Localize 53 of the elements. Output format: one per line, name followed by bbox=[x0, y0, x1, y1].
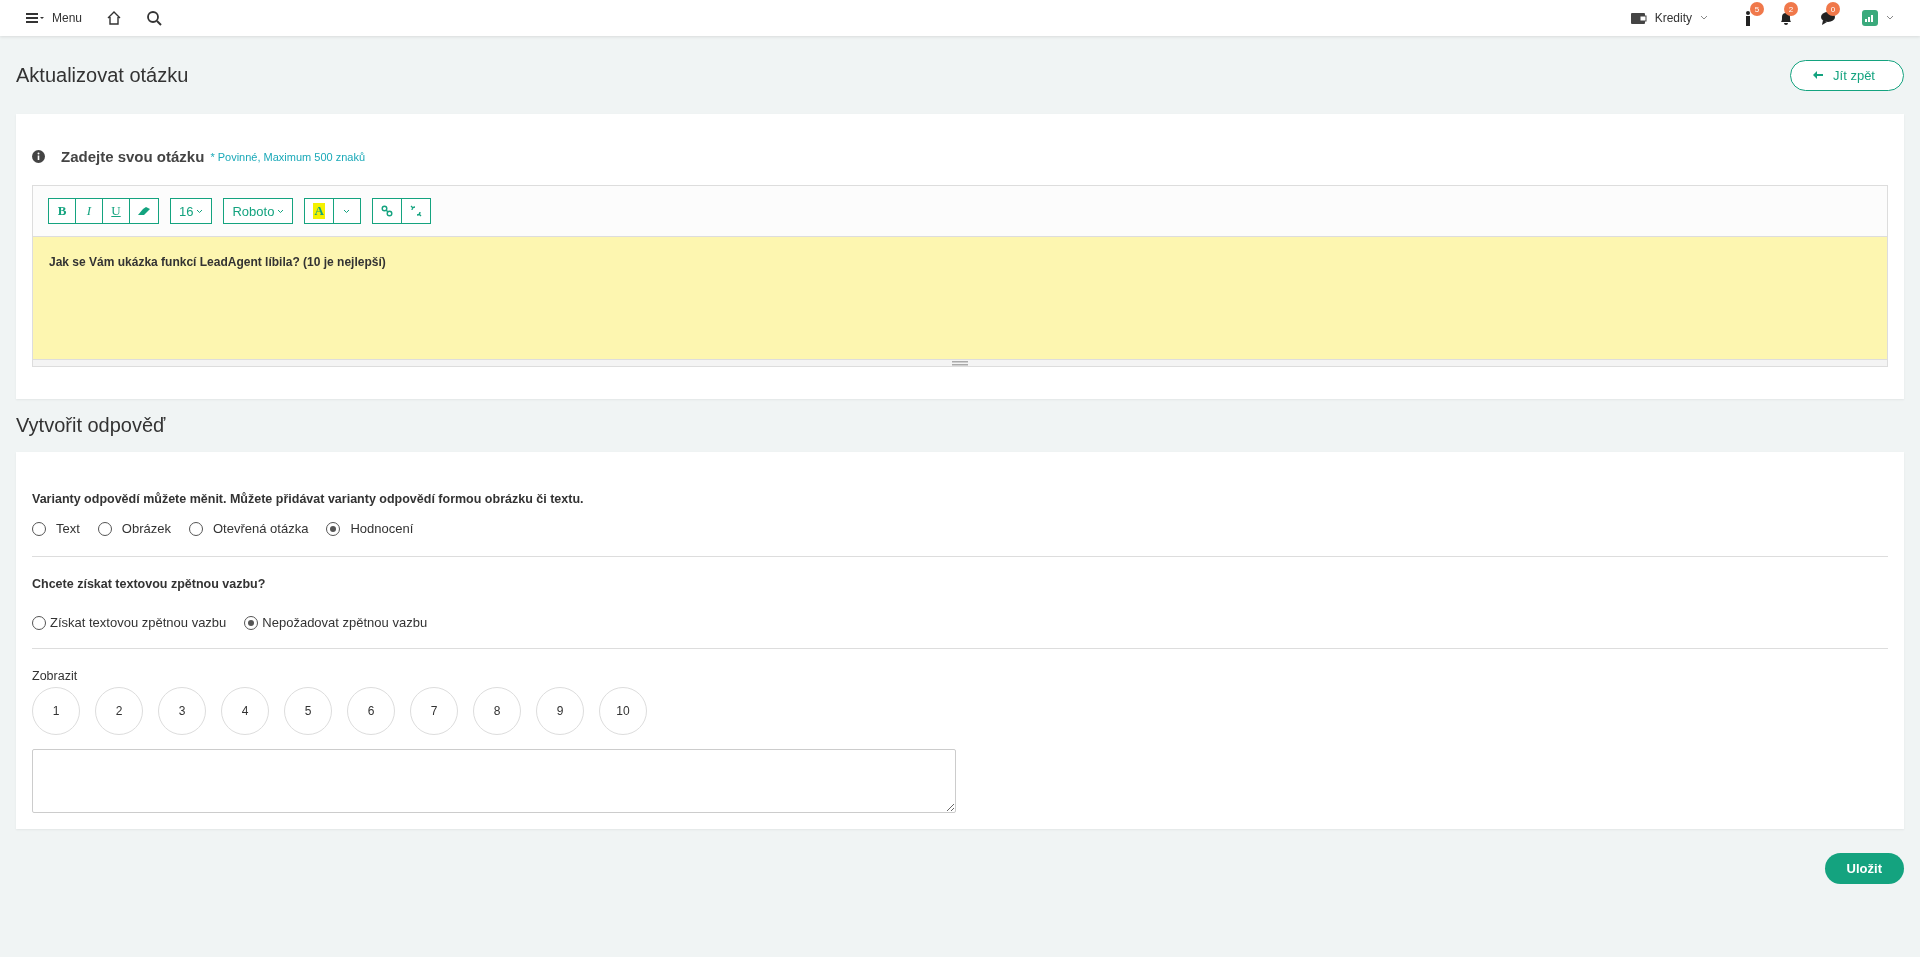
answer-type-radio[interactable]: Otevřená otázka bbox=[189, 521, 309, 536]
rating-option[interactable]: 2 bbox=[95, 687, 143, 735]
rating-option[interactable]: 8 bbox=[473, 687, 521, 735]
answer-type-radio[interactable]: Hodnocení bbox=[326, 521, 414, 536]
broken-link-icon bbox=[409, 205, 422, 217]
arrow-left-icon bbox=[1813, 71, 1824, 79]
resize-handle-icon[interactable] bbox=[952, 360, 968, 366]
eraser-icon bbox=[138, 207, 150, 215]
account-button[interactable] bbox=[1862, 10, 1894, 26]
question-label: Zadejte svou otázku bbox=[61, 148, 205, 165]
feedback-textarea[interactable] bbox=[32, 749, 956, 813]
editor-content[interactable]: Jak se Vám ukázka funkcí LeadAgent líbila? (10 je nejlepší) bbox=[33, 237, 1887, 359]
eraser-button[interactable] bbox=[129, 198, 159, 224]
person-icon[interactable] bbox=[1744, 10, 1752, 26]
credits-button[interactable]: Kredity bbox=[1630, 11, 1708, 25]
rating-option[interactable]: 3 bbox=[158, 687, 206, 735]
chevron-down-icon bbox=[277, 208, 285, 214]
feedback-radio[interactable]: Získat textovou zpětnou vazbu bbox=[32, 615, 227, 630]
chevron-down-icon bbox=[1886, 15, 1894, 21]
link-icon bbox=[380, 205, 393, 217]
rating-option[interactable]: 1 bbox=[32, 687, 80, 735]
wallet-icon bbox=[1630, 11, 1647, 25]
notification-badge: 5 bbox=[1750, 2, 1764, 16]
rating-option[interactable]: 6 bbox=[347, 687, 395, 735]
rating-option[interactable]: 9 bbox=[536, 687, 584, 735]
section-title: Vytvořit odpověď bbox=[16, 413, 167, 438]
feedback-question: Chcete získat textovou zpětnou vazbu? bbox=[32, 577, 267, 591]
page-title: Aktualizovat otázku bbox=[16, 63, 189, 87]
instructions-text: Varianty odpovědí můžete měnit. Můžete přidávat varianty odpovědí formou obrázku či textu. bbox=[32, 492, 585, 506]
rating-option[interactable]: 4 bbox=[221, 687, 269, 735]
link-button[interactable] bbox=[371, 198, 402, 224]
color-dropdown-button[interactable] bbox=[332, 198, 361, 224]
info-icon bbox=[32, 150, 45, 163]
answer-type-radio[interactable]: Text bbox=[32, 521, 80, 536]
rating-option[interactable]: 5 bbox=[284, 687, 332, 735]
display-label: Zobrazit bbox=[32, 669, 79, 683]
notification-badge: 2 bbox=[1784, 2, 1798, 16]
notification-badge: 0 bbox=[1826, 2, 1840, 16]
rating-option[interactable]: 10 bbox=[599, 687, 647, 735]
chart-icon bbox=[1862, 10, 1878, 26]
menu-button[interactable]: Menu bbox=[26, 11, 83, 25]
feedback-radio[interactable]: Nepožadovat zpětnou vazbu bbox=[244, 615, 428, 630]
chevron-down-icon bbox=[196, 208, 204, 214]
home-icon[interactable] bbox=[106, 10, 123, 26]
search-icon[interactable] bbox=[146, 10, 163, 26]
menu-icon bbox=[26, 12, 44, 24]
chevron-down-icon bbox=[343, 208, 351, 214]
unlink-button[interactable] bbox=[400, 198, 431, 224]
bell-icon[interactable] bbox=[1778, 10, 1794, 26]
required-hint: * Povinné, Maximum 500 znaků bbox=[210, 150, 366, 163]
chevron-down-icon bbox=[1700, 15, 1708, 21]
answer-type-radio[interactable]: Obrázek bbox=[97, 521, 171, 536]
rating-option[interactable]: 7 bbox=[410, 687, 458, 735]
